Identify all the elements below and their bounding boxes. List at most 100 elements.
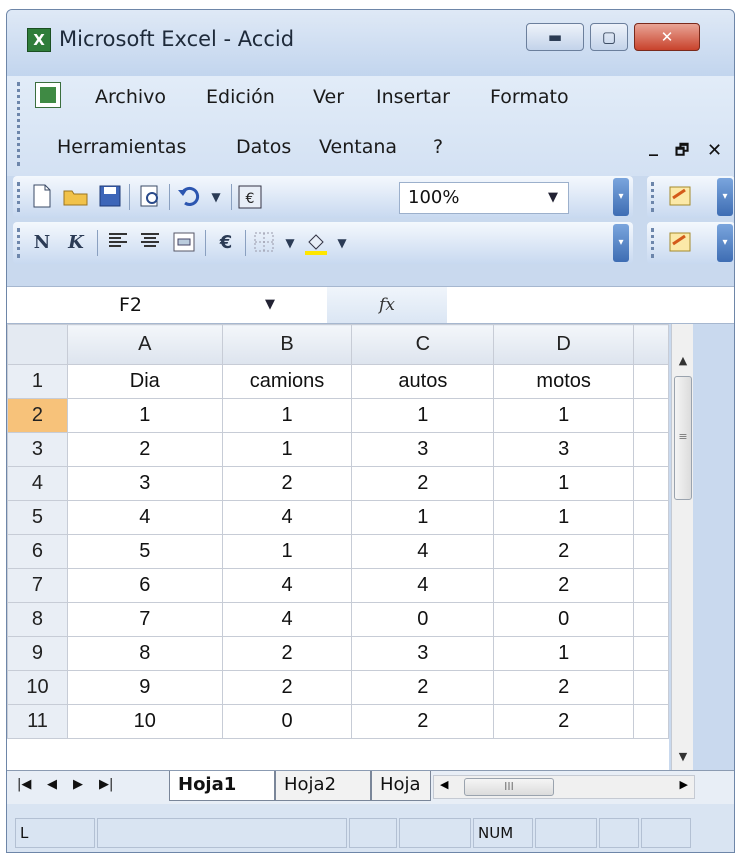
cell[interactable] [633, 704, 669, 739]
row-header[interactable]: 10 [7, 670, 68, 705]
borders-dropdown-icon[interactable]: ▼ [277, 230, 303, 256]
research-icon[interactable]: € [237, 184, 263, 210]
cell[interactable]: 9 [66, 670, 223, 705]
cell[interactable]: 1 [493, 466, 635, 501]
cell[interactable]: 2 [493, 704, 635, 739]
row-header[interactable]: 8 [7, 602, 68, 637]
minimize-button[interactable]: ▬ [526, 23, 584, 51]
insert-function-icon[interactable]: fx [327, 287, 447, 323]
cell[interactable] [633, 534, 669, 569]
cell[interactable]: 8 [66, 636, 223, 671]
title-bar[interactable]: X Microsoft Excel - Accid ▬ ▢ ✕ [7, 10, 734, 76]
new-comment-icon[interactable] [667, 184, 693, 210]
undo-icon[interactable] [175, 184, 201, 210]
cell[interactable]: 1 [493, 500, 635, 535]
menu-ventana[interactable]: Ventana [319, 136, 397, 158]
menu-formato[interactable]: Formato [490, 86, 569, 108]
cell[interactable]: 1 [221, 534, 353, 569]
cell[interactable]: 3 [66, 466, 223, 501]
horizontal-scroll-thumb[interactable]: III [464, 778, 554, 796]
cell[interactable]: 4 [221, 568, 353, 603]
select-all-corner[interactable] [7, 324, 68, 365]
cell[interactable]: 2 [493, 534, 635, 569]
fill-color-dropdown-icon[interactable]: ▼ [329, 230, 355, 256]
menu-help[interactable]: ? [433, 136, 443, 158]
new-document-icon[interactable] [29, 184, 55, 210]
name-box[interactable]: F2 ▼ [7, 287, 327, 323]
cell[interactable]: motos [493, 364, 635, 399]
tab-hoja2[interactable]: Hoja2 [275, 771, 371, 801]
cell[interactable]: 2 [221, 466, 353, 501]
row-header[interactable]: 4 [7, 466, 68, 501]
cell[interactable]: 1 [493, 398, 635, 433]
cell[interactable]: 3 [351, 636, 495, 671]
cell[interactable]: 3 [351, 432, 495, 467]
cell[interactable]: 0 [351, 602, 495, 637]
row-header[interactable]: 7 [7, 568, 68, 603]
fill-color-icon[interactable] [303, 230, 329, 256]
align-center-icon[interactable] [137, 230, 163, 256]
cell[interactable]: 1 [351, 398, 495, 433]
cell[interactable]: 2 [221, 636, 353, 671]
borders-icon[interactable] [251, 230, 277, 256]
cell[interactable]: 6 [66, 568, 223, 603]
cell[interactable]: 4 [221, 602, 353, 637]
row-header[interactable]: 2 [7, 398, 68, 433]
row-header[interactable]: 5 [7, 500, 68, 535]
horizontal-scrollbar[interactable]: ◀ III ▶ [433, 775, 695, 799]
open-folder-icon[interactable] [63, 184, 89, 210]
cell[interactable] [633, 568, 669, 603]
chevron-down-icon[interactable]: ▼ [265, 287, 275, 323]
cell[interactable]: 10 [66, 704, 223, 739]
cell[interactable] [633, 670, 669, 705]
cell[interactable]: Dia [66, 364, 223, 399]
cell[interactable] [633, 466, 669, 501]
zoom-select[interactable]: 100% ▼ [399, 182, 569, 214]
toolbar-grip[interactable] [651, 228, 654, 258]
column-header[interactable]: B [221, 324, 353, 365]
menu-grip[interactable] [17, 82, 20, 166]
toolbar-options-icon[interactable]: ▾ [717, 178, 733, 216]
bold-button[interactable]: N [29, 230, 55, 256]
cell[interactable]: camions [221, 364, 353, 399]
toolbar-grip[interactable] [17, 228, 20, 258]
mdi-close-button[interactable]: ✕ [707, 140, 722, 161]
cell[interactable]: 4 [221, 500, 353, 535]
workbook-icon[interactable] [35, 82, 61, 108]
cell[interactable] [633, 500, 669, 535]
toolbar-grip[interactable] [17, 182, 20, 212]
mdi-restore-button[interactable]: 🗗 [675, 140, 689, 165]
cell[interactable]: 2 [66, 432, 223, 467]
tab-hoja1[interactable]: Hoja1 [169, 771, 275, 801]
first-sheet-icon[interactable]: |◀ [17, 777, 31, 792]
cell[interactable]: 7 [66, 602, 223, 637]
column-header[interactable]: D [493, 324, 635, 365]
excel-app-icon[interactable]: X [27, 28, 51, 52]
scroll-up-icon[interactable]: ▲ [672, 350, 694, 372]
cell[interactable]: 1 [221, 432, 353, 467]
cell[interactable]: 1 [493, 636, 635, 671]
cell[interactable]: 4 [351, 568, 495, 603]
save-icon[interactable] [97, 184, 123, 210]
menu-archivo[interactable]: Archivo [95, 86, 166, 108]
cell[interactable]: 0 [493, 602, 635, 637]
column-header[interactable]: C [351, 324, 495, 365]
cell[interactable] [633, 602, 669, 637]
cell[interactable] [633, 364, 669, 399]
close-button[interactable]: ✕ [634, 23, 700, 51]
cell[interactable]: 2 [493, 670, 635, 705]
undo-dropdown-icon[interactable]: ▼ [203, 184, 229, 210]
cell[interactable]: 2 [351, 466, 495, 501]
scroll-right-icon[interactable]: ▶ [680, 778, 688, 791]
tab-hoja3[interactable]: Hoja [371, 771, 431, 801]
menu-insertar[interactable]: Insertar [376, 86, 450, 108]
cell[interactable]: 4 [351, 534, 495, 569]
align-left-icon[interactable] [105, 230, 131, 256]
vertical-scrollbar[interactable]: ▲ ≡ ▼ [671, 324, 693, 770]
toolbar-options-icon[interactable]: ▾ [613, 178, 629, 216]
last-sheet-icon[interactable]: ▶| [99, 777, 113, 792]
cell[interactable] [633, 636, 669, 671]
menu-datos[interactable]: Datos [236, 136, 291, 158]
cell[interactable]: 4 [66, 500, 223, 535]
cell[interactable] [633, 398, 669, 433]
